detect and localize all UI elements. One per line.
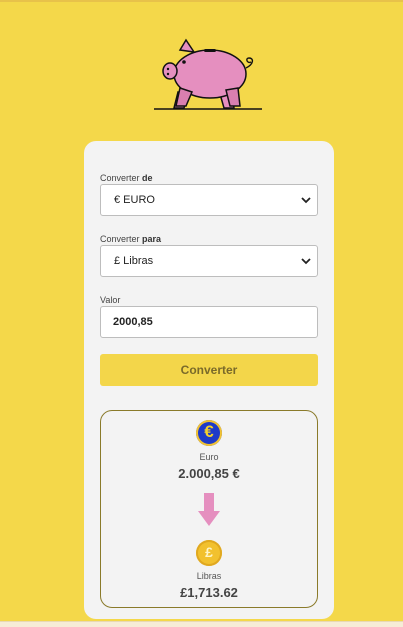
to-currency-name: Libras <box>196 571 222 581</box>
to-currency-select[interactable]: £ Libras <box>100 245 318 277</box>
to-currency-label: Converter para <box>100 234 161 244</box>
euro-coin-icon: € <box>196 420 222 446</box>
pound-symbol: £ <box>205 544 213 560</box>
bottom-strip <box>0 621 403 627</box>
from-amount: 2.000,85 € <box>178 466 240 481</box>
to-label-bold: para <box>142 234 162 244</box>
from-label-text: Converter <box>100 173 140 183</box>
to-amount: £1,713.62 <box>180 585 238 600</box>
piggy-bank-icon <box>154 38 262 110</box>
converter-card: Converter de € EURO Converter para £ Lib… <box>84 141 334 619</box>
from-label-bold: de <box>142 173 153 183</box>
amount-input[interactable]: 2000,85 <box>100 306 318 338</box>
euro-symbol: € <box>204 422 214 441</box>
from-currency-select[interactable]: € EURO <box>100 184 318 216</box>
convert-button[interactable]: Converter <box>100 354 318 386</box>
from-currency-name: Euro <box>199 452 219 462</box>
chevron-down-icon <box>301 197 311 204</box>
amount-label: Valor <box>100 295 121 305</box>
from-currency-label: Converter de <box>100 173 153 183</box>
to-label-text: Converter <box>100 234 140 244</box>
chevron-down-icon <box>301 258 311 265</box>
pound-coin-icon: £ <box>196 540 222 566</box>
from-currency-value: € EURO <box>114 194 155 206</box>
arrow-down-icon <box>198 493 220 526</box>
to-currency-value: £ Libras <box>114 255 154 267</box>
piggy-bank-logo <box>150 36 266 114</box>
result-panel: € Euro 2.000,85 € £ Libras £1,713.62 <box>100 410 318 608</box>
